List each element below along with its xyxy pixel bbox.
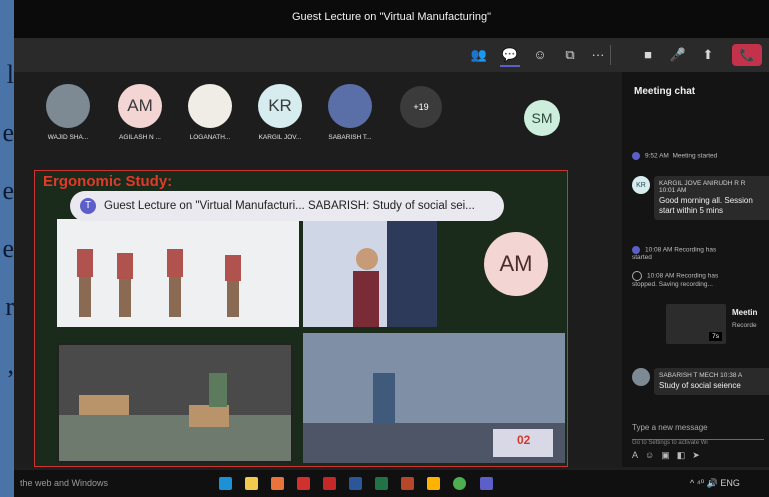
format-icon[interactable]: A: [632, 450, 645, 460]
avatar: [46, 84, 90, 128]
compose-placeholder: Type a new message: [632, 423, 708, 432]
workstation-image: [303, 219, 437, 327]
participant-name: LOGANATH...: [189, 134, 231, 141]
title-bar: Guest Lecture on "Virtual Manufacturing": [14, 0, 769, 38]
chat-header: Meeting chat: [634, 86, 696, 97]
slide-title: Ergonomic Study:: [43, 173, 173, 190]
background-strip: l e e e r ,: [0, 0, 14, 497]
more-icon[interactable]: ···: [588, 45, 608, 65]
participant-tile[interactable]: AM AGILASH N ...: [110, 84, 170, 141]
meeting-chat-panel: Meeting chat 9:52 AM Meeting started KR …: [622, 72, 769, 467]
send-icon[interactable]: ➤: [692, 450, 707, 460]
chrome-icon[interactable]: [453, 477, 466, 490]
message-author: KARGIL JOVE ANIRUDH R R: [659, 180, 746, 187]
background-glyph: r: [5, 294, 14, 320]
message-time: 10:01 AM: [659, 187, 687, 194]
recording-thumbnail[interactable]: 7s: [666, 304, 726, 344]
station-label: 02: [517, 433, 531, 447]
participant-name: WAJID SHA...: [47, 134, 89, 141]
word-icon[interactable]: [349, 477, 362, 490]
message-bubble: KARGIL JOVE ANIRUDH R R 10:01 AM Good mo…: [654, 176, 769, 220]
message-author: SABARISH T MECH 10:38 A: [659, 372, 743, 379]
message-bubble: SABARISH T MECH 10:38 A Study of social …: [654, 368, 769, 395]
meeting-stage: WAJID SHA... AM AGILASH N ... LOGANATH..…: [14, 72, 622, 467]
participant-name: KARGIL JOV...: [258, 134, 302, 141]
chat-event: 9:52 AM Meeting started: [632, 152, 717, 160]
ergonomic-figures-image: [57, 219, 299, 327]
recording-card-subtitle: Recorde: [732, 322, 757, 329]
file-explorer-icon[interactable]: [245, 477, 258, 490]
paint-icon[interactable]: [427, 477, 440, 490]
window-title: Guest Lecture on "Virtual Manufacturing": [292, 11, 491, 23]
participant-name: SABARISH T...: [328, 134, 372, 141]
firefox-icon[interactable]: [271, 477, 284, 490]
toolbar-divider: [610, 45, 611, 65]
sticker-icon[interactable]: ◧: [677, 450, 693, 460]
banner-text: Guest Lecture on "Virtual Manufacturi...…: [104, 200, 475, 212]
background-glyph: l: [6, 62, 14, 88]
avatar: KR: [632, 176, 650, 194]
meeting-toolbar: 👥 💬 ☺ ⧉ ··· ■ 🎤 ⬆ 📞: [14, 38, 769, 72]
participant-tile[interactable]: KR KARGIL JOV...: [250, 84, 310, 141]
participant-tile[interactable]: WAJID SHA...: [38, 84, 98, 141]
avatar: AM: [118, 84, 162, 128]
factory-floor-image: 02: [303, 333, 565, 463]
record-icon: [632, 246, 640, 254]
avatar: KR: [258, 84, 302, 128]
teams-icon[interactable]: [480, 477, 493, 490]
recording-duration: 7s: [709, 332, 722, 341]
opera-icon[interactable]: [297, 477, 310, 490]
compose-toolbar: A☺▣◧➤: [632, 450, 764, 462]
background-glyph: ,: [7, 352, 15, 378]
avatar: [632, 368, 650, 386]
people-icon[interactable]: 👥: [469, 45, 489, 65]
chat-compose-input[interactable]: Type a new message: [632, 423, 764, 440]
avatar: [328, 84, 372, 128]
participant-name: AGILASH N ...: [119, 134, 161, 141]
background-glyph: e: [2, 236, 14, 262]
powerpoint-icon[interactable]: [401, 477, 414, 490]
chat-event: 10:08 AM Recording has stopped. Saving r…: [632, 271, 719, 288]
acrobat-icon[interactable]: [323, 477, 336, 490]
reactions-icon[interactable]: ☺: [530, 45, 550, 65]
gif-icon[interactable]: ▣: [661, 450, 677, 460]
emoji-icon[interactable]: ☺: [645, 450, 661, 460]
share-icon[interactable]: ⬆: [698, 45, 718, 65]
assembly-line-image: [57, 343, 293, 463]
chat-icon[interactable]: 💬: [500, 45, 520, 67]
participant-strip: WAJID SHA... AM AGILASH N ... LOGANATH..…: [14, 72, 622, 167]
video-icon: [632, 152, 640, 160]
windows-taskbar: the web and Windows ^ ⁴⁰ 🔊 ENG: [14, 470, 769, 497]
message-text: Good morning all. Session start within 5…: [659, 196, 753, 215]
background-glyph: e: [2, 178, 14, 204]
teams-window: Guest Lecture on "Virtual Manufacturing"…: [14, 0, 769, 497]
participant-tile[interactable]: LOGANATH...: [180, 84, 240, 141]
hang-up-icon[interactable]: 📞: [732, 44, 762, 66]
chat-event: 10:08 AM Recording has started: [632, 246, 717, 261]
activation-watermark: Go to Settings to activate Wi: [632, 440, 708, 446]
screen-share-banner[interactable]: T Guest Lecture on "Virtual Manufacturi.…: [70, 191, 504, 221]
taskbar-search[interactable]: the web and Windows: [20, 478, 108, 488]
presenter-avatar: AM: [484, 232, 548, 296]
background-glyph: e: [2, 120, 14, 146]
camera-off-icon[interactable]: ■: [638, 45, 658, 65]
teams-icon: T: [80, 198, 96, 214]
more-participants-button[interactable]: +19: [400, 86, 442, 128]
excel-icon[interactable]: [375, 477, 388, 490]
share-tray-icon[interactable]: ⧉: [560, 45, 580, 65]
avatar: [188, 84, 232, 128]
edge-icon[interactable]: [219, 477, 232, 490]
record-stop-icon: [632, 271, 642, 281]
avatar[interactable]: SM: [524, 100, 560, 136]
system-tray[interactable]: ^ ⁴⁰ 🔊 ENG: [690, 478, 740, 489]
participant-tile[interactable]: SABARISH T...: [320, 84, 380, 141]
recording-card-title[interactable]: Meetin: [732, 308, 757, 317]
mic-off-icon[interactable]: 🎤: [668, 45, 688, 65]
message-text: Study of social seience: [659, 381, 741, 390]
